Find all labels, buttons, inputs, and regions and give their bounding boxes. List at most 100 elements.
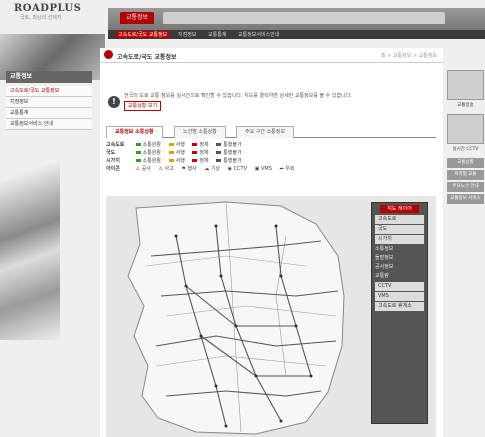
legend-item: 서행: [175, 142, 185, 148]
layer-toggle-incident[interactable]: 돌발정보: [372, 254, 427, 263]
tab-traffic-status[interactable]: 교통정보 소통상황: [106, 126, 163, 138]
legend-item: 통행불가: [223, 150, 242, 156]
legend-item: 통행불가: [223, 158, 242, 164]
info-icon: !: [108, 96, 120, 108]
layer-toggle-flow[interactable]: 소통정보: [372, 245, 427, 254]
info-text: 전국의 도로 교통 정보를 실시간으로 확인할 수 있습니다. 지도를 클릭하면…: [124, 93, 352, 99]
jam-swatch-icon: [192, 151, 198, 154]
legend-item: 정체: [199, 142, 209, 148]
logo-text: ROADPLUS: [14, 3, 82, 14]
top-tab-6[interactable]: [373, 12, 445, 24]
layer-toggle-rest-area[interactable]: 고속도로 휴게소: [375, 302, 424, 311]
traffic-tabs: 교통정보 소통상황 노선별 소통상황 주요 구간 소통정보: [106, 124, 436, 138]
legend-item: 서행: [175, 158, 185, 164]
legend-item: CCTV: [233, 166, 248, 172]
right-rail: 교통방송 실시간 CCTV 교통상황 지역별 교통 주요노선 안내 교통정보 서…: [446, 70, 485, 206]
tab-route-status[interactable]: 노선별 소통상황: [174, 126, 226, 138]
legend-item: 행사: [187, 166, 197, 172]
rail-label: 실시간 CCTV: [452, 147, 479, 152]
sub-navigation: 고속도로/국도 교통정보 지점정보 교통통계 교통정보서비스안내: [108, 30, 485, 39]
closed-swatch-icon: [216, 143, 222, 146]
legend-row-label: 아이콘: [106, 166, 120, 172]
closed-swatch-icon: [216, 151, 222, 154]
legend-item: 소통원활: [142, 150, 161, 156]
slow-swatch-icon: [168, 143, 174, 146]
legend-item: 공사: [141, 166, 151, 172]
legend-row-national-road: 국도 소통원활 서행 정체 통행불가: [106, 149, 436, 157]
rail-banner-cctv[interactable]: [447, 114, 484, 144]
accident-icon: ⚠ 사고: [158, 166, 174, 172]
top-tab-3[interactable]: [208, 12, 270, 24]
sidebar-title: 교통정보: [6, 71, 92, 83]
breadcrumb: 고속도로/국도 교통정보 홈 > 교통정보 > 교통정보: [100, 48, 443, 63]
layer-toggle-cctv[interactable]: CCTV: [375, 282, 424, 291]
closed-swatch-icon: [216, 159, 222, 162]
smooth-swatch-icon: [135, 151, 141, 154]
rail-button-region[interactable]: 지역별 교통: [447, 170, 484, 180]
rail-button-service[interactable]: 교통정보 서비스: [447, 194, 484, 204]
rail-button-routes[interactable]: 주요노선 안내: [447, 182, 484, 192]
peninsula-shape: [127, 201, 345, 435]
smooth-swatch-icon: [135, 143, 141, 146]
rail-banner-broadcast[interactable]: [447, 70, 484, 100]
legend-item: 소통원활: [142, 142, 161, 148]
info-panel: 전국의 도로 교통 정보를 실시간으로 확인할 수 있습니다. 지도를 클릭하면…: [124, 92, 434, 111]
legend-row-label: 시가지: [106, 158, 120, 164]
top-tab-4[interactable]: [263, 12, 325, 24]
slow-swatch-icon: [168, 159, 174, 162]
detour-icon: ➦ 우회: [279, 166, 295, 172]
top-tab-traffic[interactable]: 교통정보: [120, 12, 155, 24]
sidebar-road-image: [0, 160, 60, 340]
legend-row-city: 시가지 소통원활 서행 정체 통행불가: [106, 157, 436, 165]
sidebar-item-points[interactable]: 지점정보: [6, 97, 92, 108]
subnav-item-guide[interactable]: 교통정보서비스안내: [238, 31, 279, 38]
layer-toggle-construction[interactable]: 공사정보: [372, 263, 427, 272]
layer-toggle-volume[interactable]: 교통량: [372, 272, 427, 281]
sidebar-item-stats[interactable]: 교통통계: [6, 108, 92, 119]
layer-toggle-national-road[interactable]: 국도: [375, 225, 424, 234]
logo-subtitle: 국토, 최상의 선택지: [20, 15, 62, 21]
subnav-item-stats[interactable]: 교통통계: [208, 31, 226, 38]
legend-item: 정체: [199, 158, 209, 164]
bullet-icon: [104, 50, 113, 59]
layer-toggle-city[interactable]: 시가지: [375, 235, 424, 244]
legend-row-expressway: 고속도로 소통원활 서행 정체 통행불가: [106, 141, 436, 149]
event-icon: ⚑ 행사: [181, 166, 197, 172]
logo[interactable]: ROADPLUS 국토, 최상의 선택지: [14, 3, 81, 21]
vms-icon: ▣ VMS: [254, 166, 272, 172]
legend-item: 통행불가: [223, 142, 242, 148]
legend-item: 서행: [175, 150, 185, 156]
subnav-item-traffic[interactable]: 고속도로/국도 교통정보: [116, 31, 170, 38]
main-content: 고속도로/국도 교통정보 홈 > 교통정보 > 교통정보 ! 전국의 도로 교통…: [100, 48, 443, 437]
top-tab-5[interactable]: [318, 12, 380, 24]
layer-toggle-expressway[interactable]: 고속도로: [375, 215, 424, 224]
rail-button-status[interactable]: 교통상황: [447, 158, 484, 168]
sidebar-item-guide[interactable]: 교통정보서비스 안내: [6, 119, 92, 130]
sidebar-item-traffic[interactable]: 고속도로/국도 교통정보: [6, 86, 92, 97]
breadcrumb-path: 홈 > 교통정보 > 교통정보: [380, 53, 437, 59]
legend-item: 우회: [285, 166, 295, 172]
page: ROADPLUS 국토, 최상의 선택지 교통정보 고속도로/국도 교통정보 지…: [0, 0, 485, 437]
legend-row-icons: 아이콘 ⚠ 공사 ⚠ 사고 ⚑ 행사 ☁ 기상 ◉ CCTV ▣ VMS ➦ 우…: [106, 165, 436, 173]
page-title: 고속도로/국도 교통정보: [117, 54, 177, 61]
slow-swatch-icon: [168, 151, 174, 154]
jam-swatch-icon: [192, 143, 198, 146]
legend-item: 소통원활: [142, 158, 161, 164]
sidebar-menu: 고속도로/국도 교통정보 지점정보 교통통계 교통정보서비스 안내: [6, 86, 92, 130]
legend-row-label: 고속도로: [106, 142, 125, 148]
tab-section-status[interactable]: 주요 구간 소통정보: [236, 126, 294, 138]
jam-swatch-icon: [192, 159, 198, 162]
layer-toggle-vms[interactable]: VMS: [375, 292, 424, 301]
subnav-item-points[interactable]: 지점정보: [178, 31, 196, 38]
legend-item: VMS: [260, 166, 272, 172]
info-button[interactable]: 교통상황 보기: [124, 101, 162, 111]
legend-row-label: 국도: [106, 150, 116, 156]
smooth-swatch-icon: [135, 159, 141, 162]
layer-panel-title: 지도 레이어: [380, 205, 419, 213]
map-layer-panel: 지도 레이어 고속도로 국도 시가지 소통정보 돌발정보 공사정보 교통량 CC…: [371, 202, 428, 424]
map-legend: 고속도로 소통원활 서행 정체 통행불가 국도 소통원활 서행 정체 통행불가 …: [106, 141, 436, 173]
legend-item: 정체: [199, 150, 209, 156]
rail-label: 교통방송: [457, 103, 474, 108]
traffic-map[interactable]: 지도 레이어 고속도로 국도 시가지 소통정보 돌발정보 공사정보 교통량 CC…: [106, 196, 436, 437]
weather-icon: ☁ 기상: [204, 166, 221, 172]
